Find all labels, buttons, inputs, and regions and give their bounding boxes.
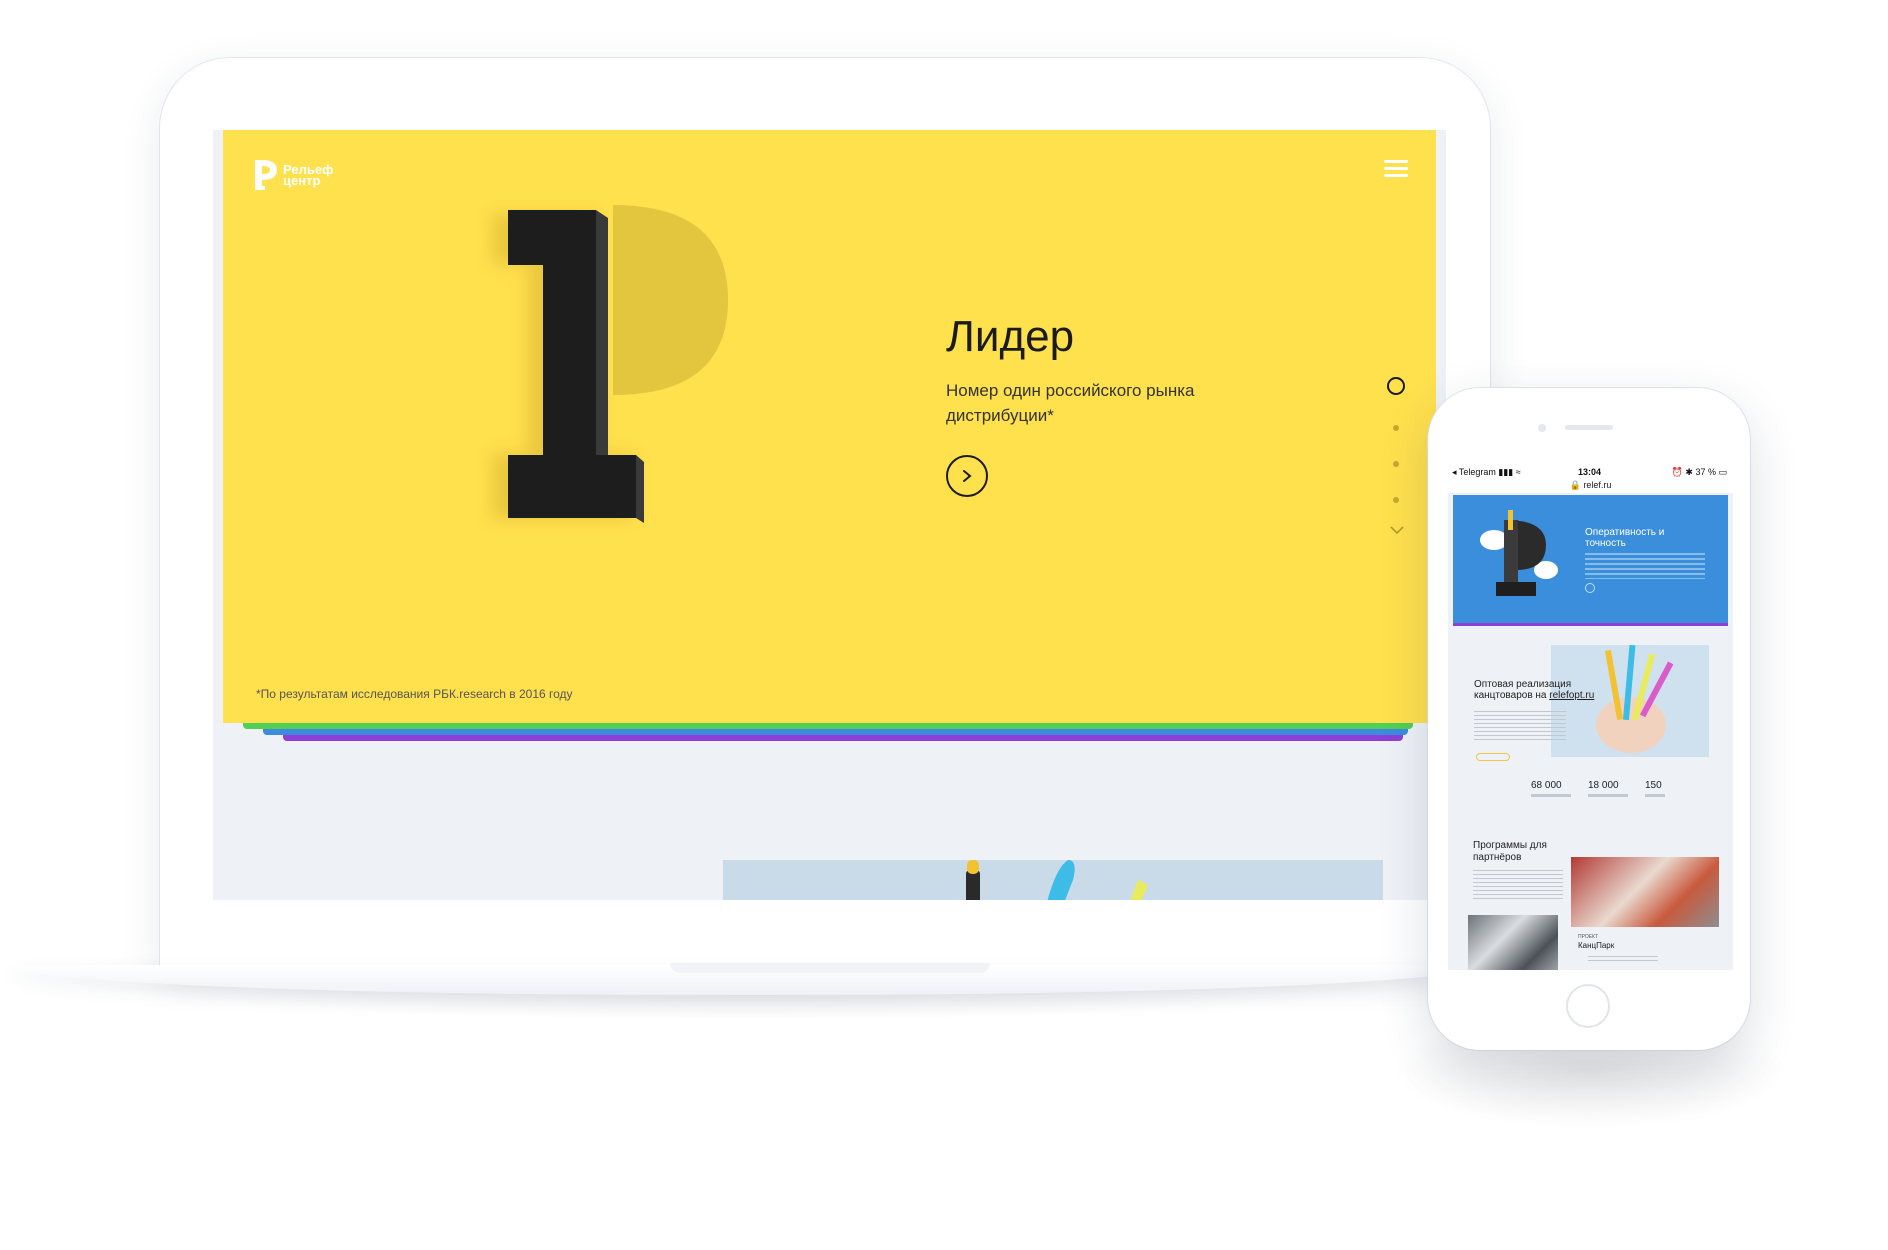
mobile-pens-image — [1551, 645, 1709, 757]
stat-caption — [1588, 794, 1628, 797]
mobile-hero-button[interactable] — [1585, 583, 1595, 593]
number-one-logo-art — [492, 205, 728, 523]
laptop-notch — [670, 963, 990, 973]
hero-footnote: *По результатам исследования РБК.researc… — [256, 687, 573, 701]
phone-camera — [1538, 424, 1546, 432]
mobile-office-photo[interactable] — [1468, 915, 1558, 970]
phone-home-button[interactable] — [1566, 984, 1610, 1028]
phone-speaker — [1565, 425, 1613, 430]
mobile-card-title: Оптовая реализация канцтоваров на relefo… — [1474, 679, 1595, 701]
mobile-project-caption: ПРОЕКТ — [1578, 934, 1599, 940]
mobile-programs-text — [1473, 870, 1563, 900]
hero-title: Лидер — [946, 312, 1075, 361]
phone-status-bar: ◂ Telegram ▮▮▮ ≈ 13:04 ⏰ ✱ 37 % ▭ — [1448, 465, 1733, 480]
mobile-project-text — [1588, 956, 1658, 964]
logo-text: Рельеф центр — [283, 163, 333, 187]
mobile-hero-stripe — [1453, 623, 1728, 626]
pager-dot[interactable] — [1393, 497, 1399, 503]
hero-layer-purple — [283, 735, 1403, 741]
chevron-right-icon — [963, 470, 972, 482]
mobile-stats: 68 000 18 000 150 — [1478, 780, 1718, 810]
stat-caption — [1645, 794, 1665, 797]
logo-p-icon — [255, 160, 277, 190]
next-section-preview — [723, 860, 1383, 900]
mobile-hero-text — [1585, 553, 1705, 579]
mobile-card-text — [1474, 711, 1566, 743]
relefopt-link[interactable]: relefopt.ru — [1549, 690, 1594, 701]
site-logo[interactable]: Рельеф центр — [253, 158, 333, 192]
phone-screen: ◂ Telegram ▮▮▮ ≈ 13:04 ⏰ ✱ 37 % ▭ 🔒 rele… — [1448, 465, 1733, 970]
mobile-partner-photo[interactable] — [1571, 857, 1719, 927]
pens-preview-art — [966, 860, 1148, 900]
hero-section: Рельеф центр Лидер Номер один российског… — [223, 130, 1436, 723]
status-battery: ⏰ ✱ 37 % ▭ — [1671, 467, 1727, 477]
laptop-screen: Рельеф центр Лидер Номер один российског… — [213, 130, 1446, 900]
url-text: relef.ru — [1583, 480, 1612, 490]
mobile-hero-title: Оперативность и точность — [1585, 527, 1665, 549]
stat-caption — [1531, 794, 1571, 797]
pager-dot[interactable] — [1393, 461, 1399, 467]
mobile-wholesale-card: Оптовая реализация канцтоваров на relefo… — [1471, 635, 1711, 770]
stat-value: 18 000 — [1588, 780, 1619, 791]
hamburger-icon[interactable] — [1384, 160, 1408, 178]
hero-next-button[interactable] — [946, 455, 988, 497]
slide-pager — [1387, 377, 1407, 540]
status-time: 13:04 — [1578, 467, 1602, 477]
hero-subtitle: Номер один российского рынка дистрибуции… — [946, 381, 1195, 425]
chevron-down-icon[interactable] — [1389, 525, 1405, 535]
mobile-programs-title: Программы для партнёров — [1473, 840, 1547, 863]
status-back-app[interactable]: ◂ Telegram ▮▮▮ ≈ — [1452, 467, 1521, 478]
mobile-project-name[interactable]: КанцПарк — [1578, 941, 1614, 950]
stat-value: 68 000 — [1531, 780, 1562, 791]
pager-dot-active[interactable] — [1387, 377, 1405, 395]
stat-value: 150 — [1645, 780, 1662, 791]
mobile-card-button[interactable] — [1476, 753, 1510, 761]
phone-url-bar[interactable]: 🔒 relef.ru — [1448, 480, 1733, 493]
phone-frame: ◂ Telegram ▮▮▮ ≈ 13:04 ⏰ ✱ 37 % ▭ 🔒 rele… — [1428, 388, 1750, 1050]
mobile-hero-art — [1480, 510, 1558, 596]
pager-dot[interactable] — [1393, 425, 1399, 431]
